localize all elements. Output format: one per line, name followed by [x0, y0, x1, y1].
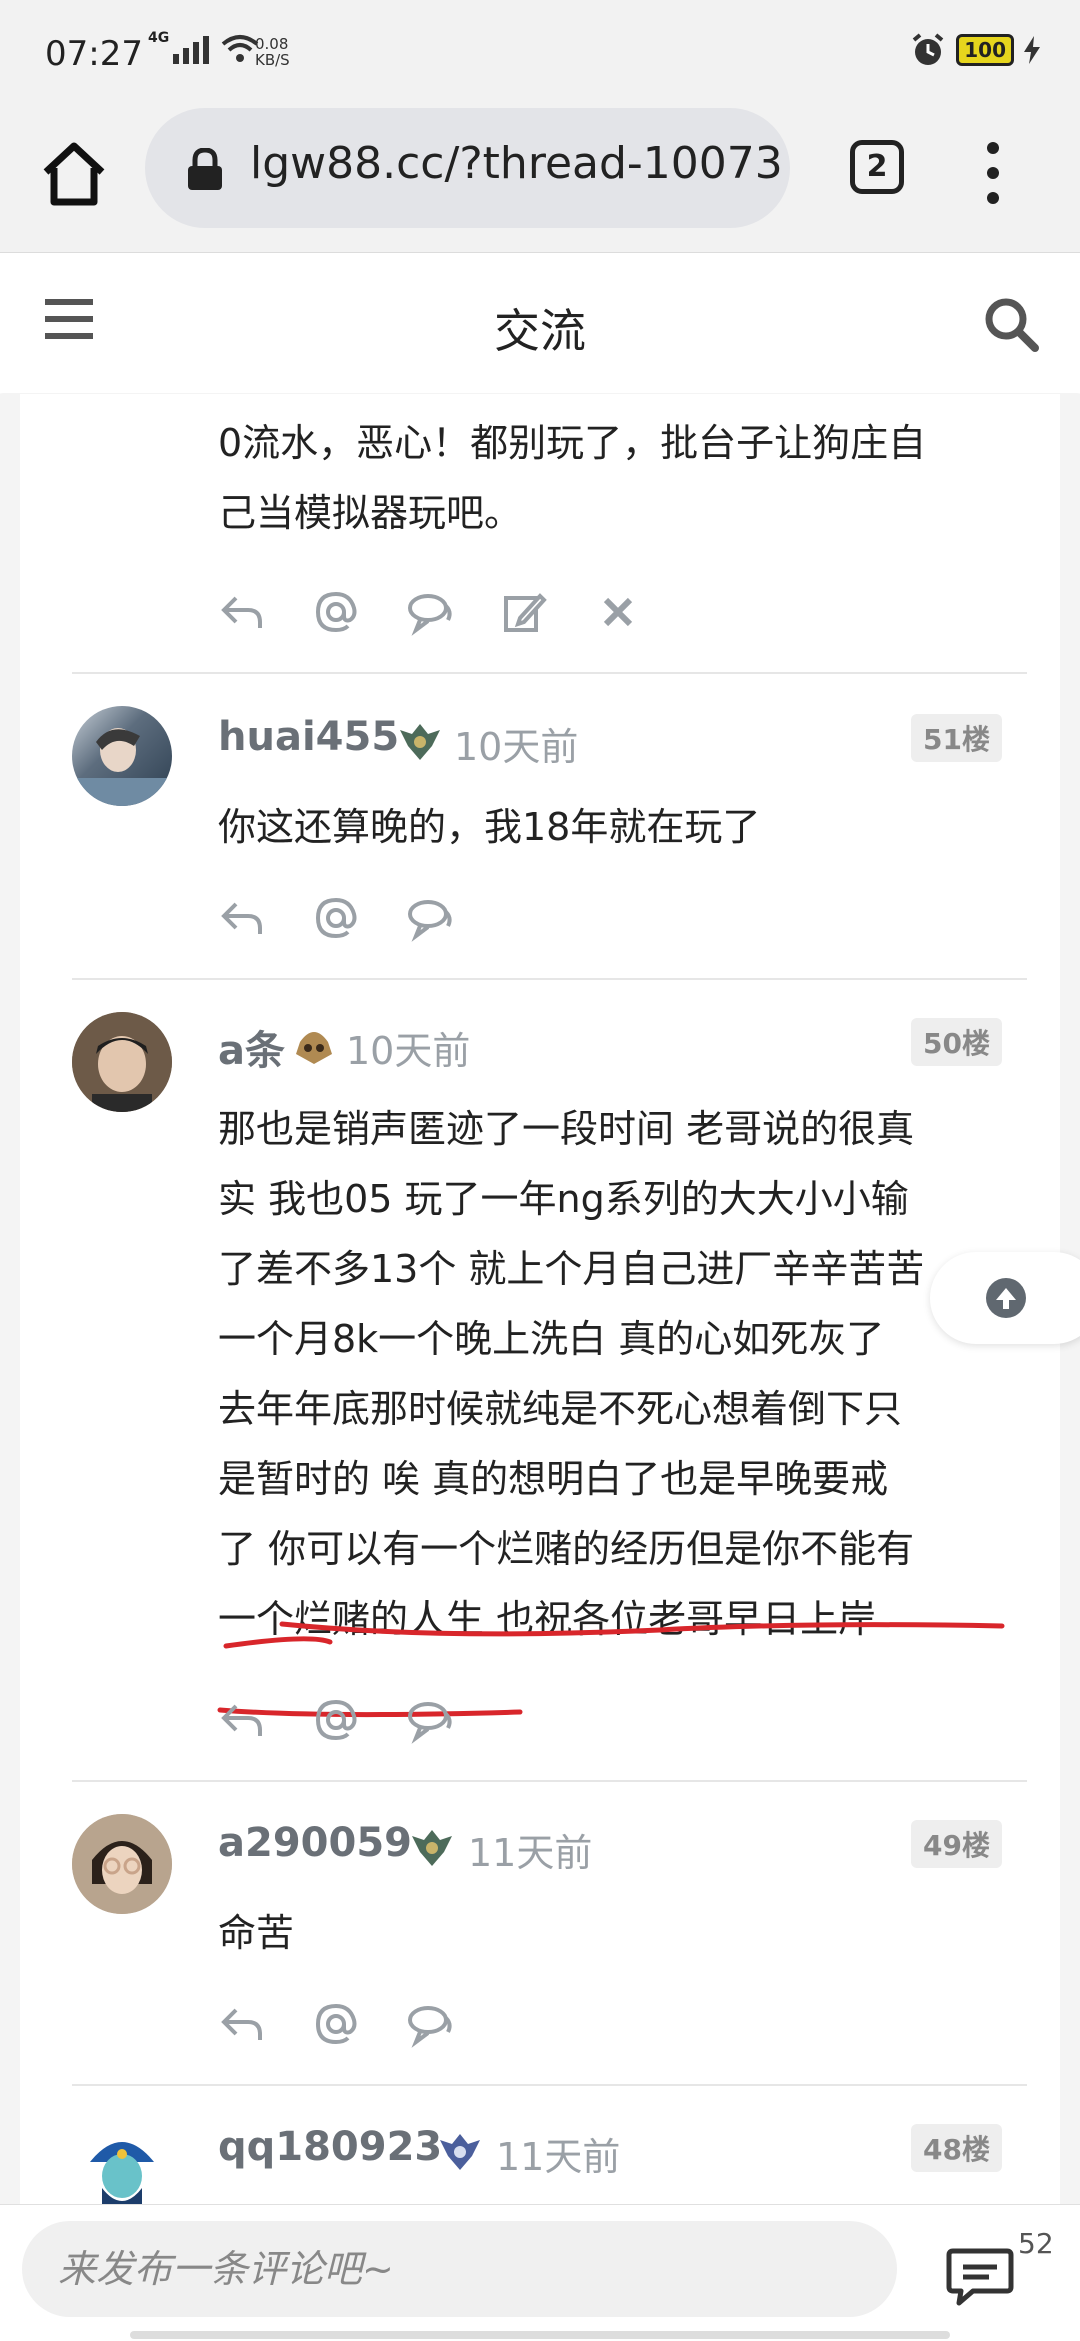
home-icon[interactable]: [38, 138, 110, 210]
reply-icon[interactable]: [218, 588, 266, 636]
reply-icon[interactable]: [218, 894, 266, 942]
floor-badge: 51楼: [911, 714, 1002, 762]
comment-actions: [218, 2000, 454, 2048]
username[interactable]: a290059: [218, 1820, 412, 1866]
status-bar: 07:27 4G 0.08 KB/S 100: [0, 0, 1080, 100]
mention-icon[interactable]: [312, 2000, 360, 2048]
comment-icon[interactable]: [406, 588, 454, 636]
browser-toolbar: lgw88.cc/?thread-10073 2: [0, 100, 1080, 253]
comments-icon[interactable]: [945, 2245, 1015, 2307]
comment-text: 0流水，恶心！都别玩了，批台子让狗庄自 己当模拟器玩吧。: [218, 421, 927, 535]
comment-input[interactable]: 来发布一条评论吧~: [22, 2221, 897, 2317]
reply-count: 52: [1018, 2227, 1054, 2260]
arrow-up-icon: [986, 1278, 1026, 1318]
red-underline-annotation: [217, 1621, 1005, 1718]
more-menu-icon[interactable]: [978, 138, 1008, 208]
comment-list[interactable]: 0流水，恶心！都别玩了，批台子让狗庄自 己当模拟器玩吧。 huai455 10天…: [0, 394, 1080, 2204]
comment-actions: [218, 1696, 454, 1744]
avatar[interactable]: [72, 2118, 172, 2204]
floor-badge: 49楼: [911, 1820, 1002, 1868]
edit-icon[interactable]: [500, 588, 548, 636]
post-time: 10天前: [346, 1029, 471, 1073]
floor-badge: 50楼: [911, 1018, 1002, 1066]
rank-badge-icon: [296, 1032, 332, 1064]
comment-actions: [218, 588, 642, 636]
divider: [72, 1780, 1027, 1782]
comment-text: 命苦: [218, 1911, 295, 1955]
lock-icon: [188, 148, 222, 190]
floor-badge: 48楼: [911, 2124, 1002, 2172]
url-text[interactable]: lgw88.cc/?thread-10073: [250, 138, 783, 189]
rank-badge-icon: [440, 2134, 480, 2170]
post-time: 10天前: [454, 725, 579, 769]
signal-icon: 4G: [148, 30, 259, 64]
mention-icon[interactable]: [312, 1696, 360, 1744]
comment-icon[interactable]: [406, 2000, 454, 2048]
battery-indicator: 100: [956, 34, 1014, 66]
delete-icon[interactable]: [594, 588, 642, 636]
comment-card: 0流水，恶心！都别玩了，批台子让狗庄自 己当模拟器玩吧。 huai455 10天…: [20, 394, 1060, 2204]
bottom-comment-bar: 来发布一条评论吧~ 52: [0, 2204, 1080, 2341]
status-right: 100: [910, 32, 1040, 68]
reply-icon[interactable]: [218, 1696, 266, 1744]
divider: [72, 672, 1027, 674]
wifi-icon: [221, 35, 259, 62]
comment-icon[interactable]: [406, 894, 454, 942]
username[interactable]: a条: [218, 1018, 285, 1076]
rank-badge-icon: [412, 1830, 452, 1866]
avatar[interactable]: [72, 706, 172, 806]
avatar[interactable]: [72, 1814, 172, 1914]
post-time: 11天前: [468, 1831, 593, 1875]
reply-icon[interactable]: [218, 2000, 266, 2048]
network-speed: 0.08 KB/S: [255, 35, 290, 69]
divider: [72, 978, 1027, 980]
divider: [72, 2084, 1027, 2086]
avatar[interactable]: [72, 1012, 172, 1112]
mention-icon[interactable]: [312, 894, 360, 942]
search-icon[interactable]: [982, 295, 1040, 353]
comment-text: 你这还算晚的，我18年就在玩了: [218, 805, 761, 849]
comment-actions: [218, 894, 454, 942]
alarm-icon: [912, 33, 944, 65]
network-type: 4G: [148, 30, 170, 46]
tab-switcher-button[interactable]: 2: [850, 140, 904, 194]
comment-text: 那也是销声匿迹了一段时间 老哥说的很真 实 我也05 玩了一年ng系列的大大小小…: [218, 1107, 925, 1641]
address-bar[interactable]: lgw88.cc/?thread-10073: [145, 108, 790, 228]
username[interactable]: qq180923: [218, 2124, 442, 2170]
rank-badge-icon: [400, 724, 440, 760]
site-header: 交流: [0, 253, 1080, 393]
comment-icon[interactable]: [406, 1696, 454, 1744]
page-title: 交流: [494, 304, 586, 358]
post-time: 11天前: [496, 2135, 621, 2179]
username[interactable]: huai455: [218, 714, 399, 760]
scroll-to-top-button[interactable]: [930, 1252, 1080, 1344]
mention-icon[interactable]: [312, 588, 360, 636]
system-nav-handle: [130, 2331, 950, 2339]
status-time: 07:27: [45, 34, 143, 74]
charging-icon: [1024, 36, 1040, 64]
